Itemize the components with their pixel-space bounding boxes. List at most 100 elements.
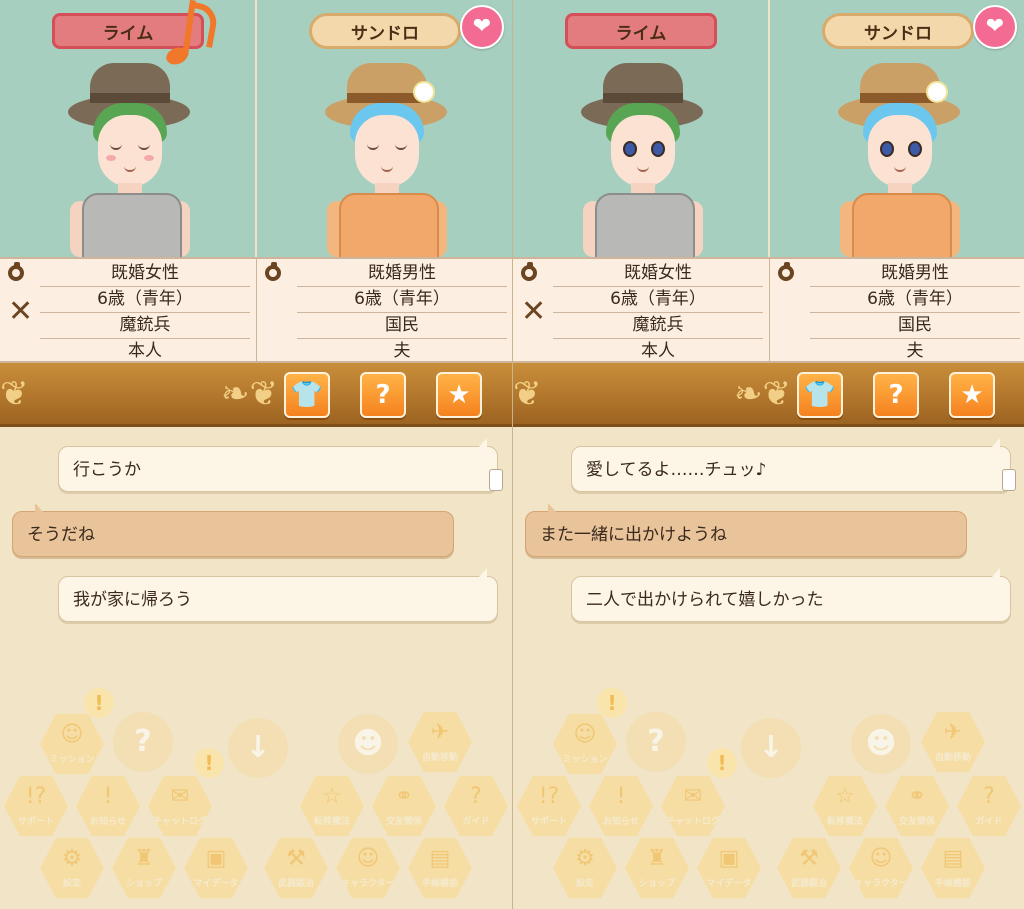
menu-chat-log[interactable]: ✉ チャットログ: [661, 775, 725, 837]
chat-area: 行こうか そうだね 我が家に帰ろう ! ☺ ミッション ? ↓ ☻ ✈ 自動移動 !…: [0, 427, 512, 909]
menu-news[interactable]: ! お知らせ: [589, 775, 653, 837]
crossed-swords-icon: ✕: [8, 294, 34, 329]
menu-smithing[interactable]: ⚒ 武器鍛冶: [264, 837, 328, 899]
chat-bubble[interactable]: また一緒に出かけようね: [525, 503, 967, 557]
outfit-button[interactable]: 👕: [284, 372, 330, 418]
chat-bubble[interactable]: 愛してるよ……チュッ♪: [571, 438, 1016, 492]
tag-icon: [489, 469, 503, 491]
crossed-swords-icon: ✕: [521, 294, 547, 329]
menu-support[interactable]: !? サポート: [517, 775, 581, 837]
menu-settings[interactable]: ⚙ 設定: [40, 837, 104, 899]
ring-icon: [778, 262, 794, 281]
question-icon: ?: [375, 380, 391, 410]
info-col-sandro: 既婚男性 6歳（青年） 国民 夫: [256, 259, 512, 363]
chat-text: 行こうか: [73, 460, 141, 480]
faded-menu: ! ☺ ミッション ? ↓ ☻ ✈ 自動移動 ! !? サポート ! お知らせ ✉ チャッ…: [513, 688, 1024, 909]
info-col-sandro: 既婚男性 6歳（青年） 国民 夫: [769, 259, 1024, 363]
info-age: 6歳（青年）: [297, 287, 507, 313]
info-marital: 既婚男性: [810, 261, 1020, 287]
avatar-lime: [573, 55, 713, 257]
menu-mission[interactable]: ☺ ミッション: [40, 713, 104, 775]
chat-bubble[interactable]: そうだね: [12, 503, 454, 557]
portrait-lime[interactable]: ライム: [0, 0, 255, 257]
menu-support[interactable]: !? サポート: [4, 775, 68, 837]
help-button[interactable]: ?: [360, 372, 406, 418]
question-icon[interactable]: ?: [626, 712, 686, 772]
ornament-icon: ❦: [0, 374, 29, 414]
menu-smithing[interactable]: ⚒ 武器鍛冶: [777, 837, 841, 899]
face: [611, 115, 675, 187]
ring-icon: [8, 262, 24, 281]
music-note-icon: [163, 0, 220, 74]
chat-bubble[interactable]: 我が家に帰ろう: [58, 568, 498, 622]
alert-icon: !: [707, 748, 737, 778]
menu-teleport[interactable]: ☆ 転移魔法: [813, 775, 877, 837]
favorite-button[interactable]: ★: [949, 372, 995, 418]
outfit: [82, 193, 182, 257]
info-age: 6歳（青年）: [810, 287, 1020, 313]
menu-news[interactable]: ! お知らせ: [76, 775, 140, 837]
help-button[interactable]: ?: [873, 372, 919, 418]
name-tag-lime: ライム: [565, 13, 717, 49]
info-relation: 夫: [906, 341, 924, 361]
outfit: [595, 193, 695, 257]
down-arrow-icon[interactable]: ↓: [228, 718, 288, 778]
portraits: ライム サンドロ ❤: [0, 0, 512, 257]
menu-character[interactable]: ☺ キャラクター: [336, 837, 400, 899]
heart-icon[interactable]: ❤: [973, 5, 1017, 49]
menu-character[interactable]: ☺ キャラクター: [849, 837, 913, 899]
info-job: 国民: [297, 313, 507, 339]
portrait-sandro[interactable]: サンドロ ❤: [257, 0, 512, 257]
outfit: [339, 193, 439, 257]
favorite-button[interactable]: ★: [436, 372, 482, 418]
chat-bubble[interactable]: 行こうか: [58, 438, 503, 492]
ring-icon: [521, 262, 537, 281]
shirt-icon: 👕: [803, 380, 837, 410]
menu-friends[interactable]: ⚭ 交友関係: [372, 775, 436, 837]
info-marital: 既婚女性: [553, 261, 763, 287]
menu-teleport[interactable]: ☆ 転移魔法: [300, 775, 364, 837]
down-arrow-icon[interactable]: ↓: [741, 718, 801, 778]
right-panel: ライム サンドロ ❤ ✕ 既婚女性 6歳（青年） 魔銃兵 本人 既婚男性 6歳（…: [512, 0, 1024, 909]
star-icon: ★: [960, 380, 984, 410]
info-job: 国民: [810, 313, 1020, 339]
menu-my-data[interactable]: ▣ マイデータ: [184, 837, 248, 899]
menu-guide[interactable]: ? ガイド: [957, 775, 1021, 837]
menu-settings[interactable]: ⚙ 設定: [553, 837, 617, 899]
info-relation: 本人: [128, 341, 162, 361]
chat-text: 我が家に帰ろう: [73, 590, 192, 610]
info-job: 魔銃兵: [40, 313, 250, 339]
avatar-lime: [60, 55, 200, 257]
info-table: ✕ 既婚女性 6歳（青年） 魔銃兵 本人 既婚男性 6歳（青年） 国民 夫: [513, 257, 1024, 363]
chat-bubble[interactable]: 二人で出かけられて嬉しかった: [571, 568, 1011, 622]
portrait-lime[interactable]: ライム: [513, 0, 768, 257]
face: [355, 115, 419, 187]
menu-auto-move[interactable]: ✈ 自動移動: [408, 711, 472, 773]
info-relation: 夫: [393, 341, 411, 361]
heart-icon[interactable]: ❤: [460, 5, 504, 49]
menu-guide[interactable]: ? ガイド: [444, 775, 508, 837]
toolbar: ❦ ❧❦ 👕 ? ★: [0, 363, 512, 427]
outfit-button[interactable]: 👕: [797, 372, 843, 418]
outfit: [852, 193, 952, 257]
menu-my-data[interactable]: ▣ マイデータ: [697, 837, 761, 899]
star-icon: ★: [447, 380, 471, 410]
menu-shop[interactable]: ♜ ショップ: [625, 837, 689, 899]
name-tag-sandro: サンドロ: [309, 13, 461, 49]
question-icon[interactable]: ?: [113, 712, 173, 772]
portrait-sandro[interactable]: サンドロ ❤: [770, 0, 1024, 257]
menu-shop[interactable]: ♜ ショップ: [112, 837, 176, 899]
face: [98, 115, 162, 187]
duck-icon[interactable]: ☻: [851, 714, 911, 774]
info-job: 魔銃兵: [553, 313, 763, 339]
info-col-lime: ✕ 既婚女性 6歳（青年） 魔銃兵 本人: [513, 259, 768, 363]
menu-chat-log[interactable]: ✉ チャットログ: [148, 775, 212, 837]
menu-notebook[interactable]: ▤ 手帳機能: [408, 837, 472, 899]
question-icon: ?: [888, 380, 904, 410]
duck-icon[interactable]: ☻: [338, 714, 398, 774]
menu-auto-move[interactable]: ✈ 自動移動: [921, 711, 985, 773]
avatar-sandro: [317, 55, 457, 257]
menu-mission[interactable]: ☺ ミッション: [553, 713, 617, 775]
menu-notebook[interactable]: ▤ 手帳機能: [921, 837, 985, 899]
menu-friends[interactable]: ⚭ 交友関係: [885, 775, 949, 837]
